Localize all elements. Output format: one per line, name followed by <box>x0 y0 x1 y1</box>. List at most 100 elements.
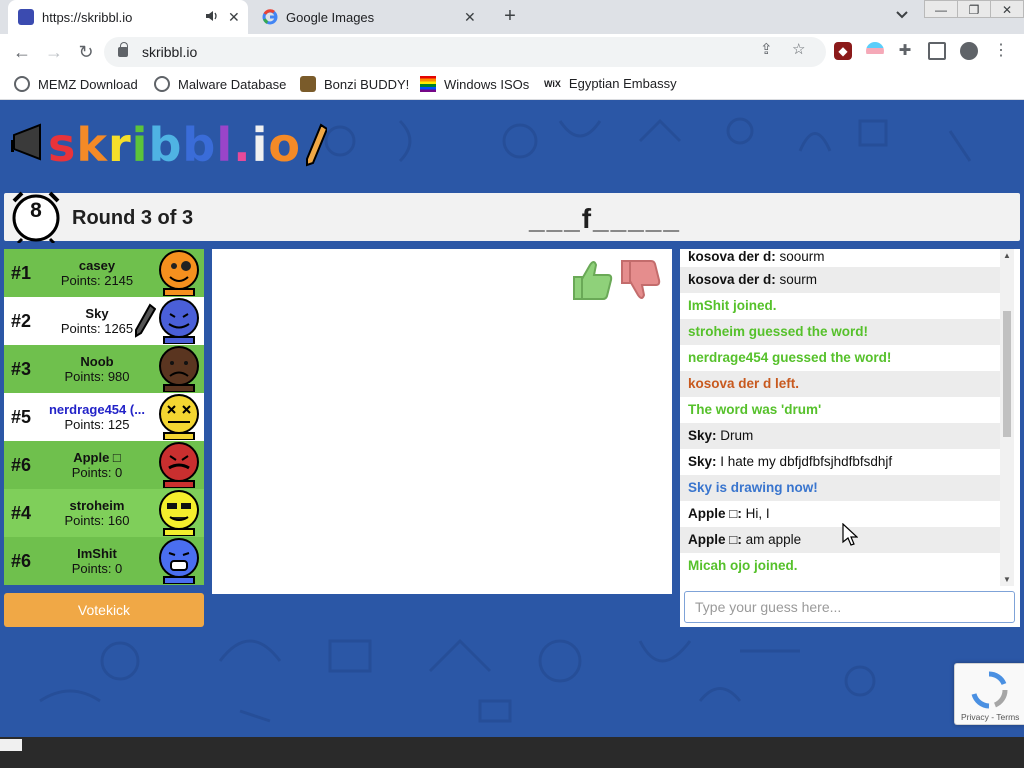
chat-message: Sky is drawing now! <box>680 475 1000 501</box>
player-avatar-icon <box>159 346 199 392</box>
globe-icon <box>14 76 30 92</box>
player-card[interactable]: #4 stroheim Points: 160 <box>4 489 204 537</box>
chat-text: am apple <box>741 532 802 547</box>
chat-text: Micah ojo joined. <box>688 558 798 573</box>
pencil-logo-icon <box>305 123 327 167</box>
chat-message: ImShit joined. <box>680 293 1000 319</box>
rainbow-flag-icon <box>420 76 436 92</box>
recaptcha-badge[interactable]: Privacy - Terms <box>954 663 1024 725</box>
player-card[interactable]: #6 Apple □ Points: 0 <box>4 441 204 489</box>
game-header: 8 Round 3 of 3 ___f_____ <box>4 191 1020 243</box>
maximize-icon[interactable]: ❐ <box>957 0 991 18</box>
player-avatar-icon <box>159 394 199 440</box>
chat-sender: kosova der d: <box>688 249 776 264</box>
tab-google-images[interactable]: Google Images ✕ <box>252 0 488 34</box>
player-card[interactable]: #6 ImShit Points: 0 <box>4 537 204 585</box>
chat-message: nerdrage454 guessed the word! <box>680 345 1000 371</box>
bookmark-bonzi-buddy[interactable]: Bonzi BUDDY! <box>300 76 409 92</box>
profile-avatar-icon[interactable] <box>960 42 978 60</box>
scroll-down-icon[interactable]: ▼ <box>1000 575 1014 584</box>
forward-arrow-icon[interactable]: → <box>42 40 66 64</box>
chat-message: The word was 'drum' <box>680 397 1000 423</box>
google-favicon-icon <box>262 9 278 25</box>
chat-message: Sky: Drum <box>680 423 1000 449</box>
round-label: Round 3 of 3 <box>72 207 194 229</box>
player-card[interactable]: #3 Noob Points: 980 <box>4 345 204 393</box>
skribbl-logo: skribbl.io <box>10 115 327 175</box>
window-controls: — ❐ ✕ <box>924 0 1024 20</box>
bookmark-windows-isos[interactable]: Windows ISOs <box>420 76 529 92</box>
chat-sender: Apple □: <box>688 532 742 547</box>
player-card[interactable]: #5 nerdrage454 (... Points: 125 <box>4 393 204 441</box>
tab-skribbl[interactable]: https://skribbl.io ✕ <box>8 0 248 34</box>
guess-input[interactable] <box>684 591 1015 623</box>
scroll-up-icon[interactable]: ▲ <box>1000 251 1014 260</box>
bonzi-icon <box>300 76 316 92</box>
player-avatar-icon <box>159 538 199 584</box>
extensions-puzzle-icon[interactable]: ✚ <box>896 42 914 60</box>
player-avatar-icon <box>159 442 199 488</box>
chat-messages: kosova der d: soourm kosova der d: sourm I… <box>680 249 1000 584</box>
globe-icon <box>154 76 170 92</box>
chat-message: stroheim guessed the word! <box>680 319 1000 345</box>
chat-message: Micah ojo joined. <box>680 553 1000 579</box>
reload-icon[interactable]: ↻ <box>74 40 98 64</box>
scrollbar-thumb[interactable] <box>1003 311 1011 437</box>
new-tab-button[interactable]: + <box>498 4 522 28</box>
tab-strip: https://skribbl.io ✕ Google Images ✕ + —… <box>0 0 1024 34</box>
bookmark-egyptian-embassy[interactable]: WiX Egyptian Embassy <box>544 76 677 91</box>
side-panel-icon[interactable] <box>928 42 946 60</box>
mouse-cursor-icon <box>842 523 858 546</box>
votekick-button[interactable]: Votekick <box>4 593 204 627</box>
skribbl-favicon-icon <box>18 9 34 25</box>
word-hint: ___f_____ <box>529 203 681 234</box>
bookmark-malware-database[interactable]: Malware Database <box>154 76 286 92</box>
chat-text: nerdrage454 guessed the word! <box>688 350 892 365</box>
browser-toolbar: ← → ↻ skribbl.io ⇪ ☆ ◆ ✚ ⋮ <box>0 34 1024 70</box>
bookmark-memz[interactable]: MEMZ Download <box>14 76 138 92</box>
timer-value: 8 <box>30 199 42 222</box>
chat-panel: kosova der d: soourm kosova der d: sourm I… <box>680 249 1020 627</box>
player-name: Noob <box>80 354 114 369</box>
close-window-icon[interactable]: ✕ <box>990 0 1024 18</box>
thumbs-up-icon[interactable] <box>570 257 614 303</box>
player-list: #1 casey Points: 2145 #2 Sky Points: 126… <box>4 249 204 585</box>
player-points: Points: 2145 <box>60 273 134 288</box>
player-name: casey <box>78 258 116 273</box>
back-arrow-icon[interactable]: ← <box>10 40 34 64</box>
player-name: Apple □ <box>73 450 121 465</box>
tab-search-chevron-icon[interactable] <box>896 8 908 22</box>
chat-text: Sky is drawing now! <box>688 480 818 495</box>
bookmark-star-icon[interactable]: ☆ <box>792 40 805 58</box>
player-card[interactable]: #2 Sky Points: 1265 <box>4 297 204 345</box>
chat-text: kosova der d left. <box>688 376 800 391</box>
taskbar <box>0 737 1024 768</box>
address-bar[interactable]: skribbl.io <box>104 37 826 67</box>
close-tab-icon[interactable]: ✕ <box>464 9 476 26</box>
close-tab-icon[interactable]: ✕ <box>228 9 240 26</box>
player-points: Points: 160 <box>64 513 130 528</box>
thumbs-down-icon[interactable] <box>618 257 662 303</box>
chat-message: kosova der d: soourm <box>680 249 1000 267</box>
url-text: skribbl.io <box>142 44 198 60</box>
player-points: Points: 980 <box>64 369 130 384</box>
ublock-extension-icon[interactable]: ◆ <box>834 42 852 60</box>
chat-text: soourm <box>775 249 825 264</box>
player-card[interactable]: #1 casey Points: 2145 <box>4 249 204 297</box>
chat-message: Sky: I hate my dbfjdfbfsjhdfbfsdhjf <box>680 449 1000 475</box>
drawing-canvas[interactable] <box>212 249 672 594</box>
share-icon[interactable]: ⇪ <box>760 40 773 58</box>
chat-scrollbar[interactable]: ▲ ▼ <box>1000 249 1014 586</box>
player-avatar-icon <box>159 298 199 344</box>
chat-sender: Apple □: <box>688 506 742 521</box>
minimize-icon[interactable]: — <box>924 0 958 18</box>
lock-icon <box>118 42 128 57</box>
chat-text: I hate my dbfjdfbfsjhdfbfsdhjf <box>716 454 893 469</box>
taskbar-item[interactable] <box>0 739 22 751</box>
player-avatar-icon <box>159 250 199 296</box>
chat-message: Apple □: Hi, I <box>680 501 1000 527</box>
flag-extension-icon[interactable] <box>866 42 884 60</box>
menu-kebab-icon[interactable]: ⋮ <box>992 42 1010 60</box>
speaker-icon[interactable] <box>205 10 219 25</box>
chat-text: Hi, I <box>741 506 770 521</box>
